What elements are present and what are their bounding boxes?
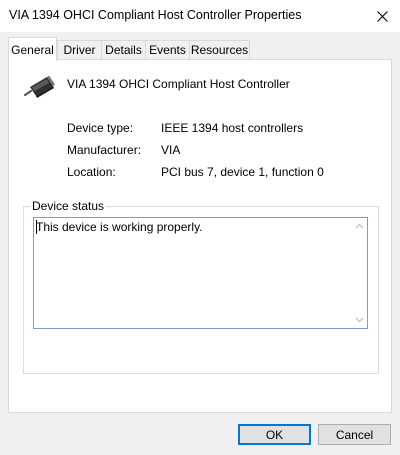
- scroll-down-arrow-icon[interactable]: [355, 315, 364, 324]
- text-caret: [36, 220, 37, 234]
- close-icon: [376, 10, 388, 22]
- tab-general[interactable]: General: [8, 37, 57, 61]
- cancel-button[interactable]: Cancel: [318, 424, 391, 445]
- tab-events[interactable]: Events: [145, 40, 190, 59]
- location-label: Location:: [67, 165, 116, 179]
- tab-resources[interactable]: Resources: [189, 40, 250, 59]
- device-status-group: Device status This device is working pro…: [23, 199, 379, 374]
- device-status-textbox[interactable]: This device is working properly.: [33, 217, 368, 329]
- manufacturer-value: VIA: [161, 143, 181, 157]
- firewire-connector-icon: [23, 75, 55, 98]
- properties-dialog: VIA 1394 OHCI Compliant Host Controller …: [0, 0, 400, 455]
- window-title: VIA 1394 OHCI Compliant Host Controller …: [9, 8, 302, 22]
- device-type-label: Device type:: [67, 121, 134, 135]
- location-value: PCI bus 7, device 1, function 0: [161, 165, 324, 179]
- tab-details[interactable]: Details: [101, 40, 146, 59]
- ok-button[interactable]: OK: [238, 424, 311, 445]
- tab-driver[interactable]: Driver: [57, 40, 102, 59]
- device-status-text: This device is working properly.: [36, 220, 203, 234]
- scroll-up-arrow-icon[interactable]: [355, 222, 364, 231]
- title-bar: VIA 1394 OHCI Compliant Host Controller …: [0, 0, 400, 32]
- vertical-scrollbar[interactable]: [352, 218, 367, 328]
- close-button[interactable]: [364, 0, 400, 32]
- device-type-value: IEEE 1394 host controllers: [161, 121, 304, 135]
- manufacturer-label: Manufacturer:: [67, 143, 142, 157]
- general-tab-panel: VIA 1394 OHCI Compliant Host Controller …: [8, 59, 392, 413]
- device-status-legend: Device status: [30, 199, 107, 213]
- device-name: VIA 1394 OHCI Compliant Host Controller: [67, 77, 290, 91]
